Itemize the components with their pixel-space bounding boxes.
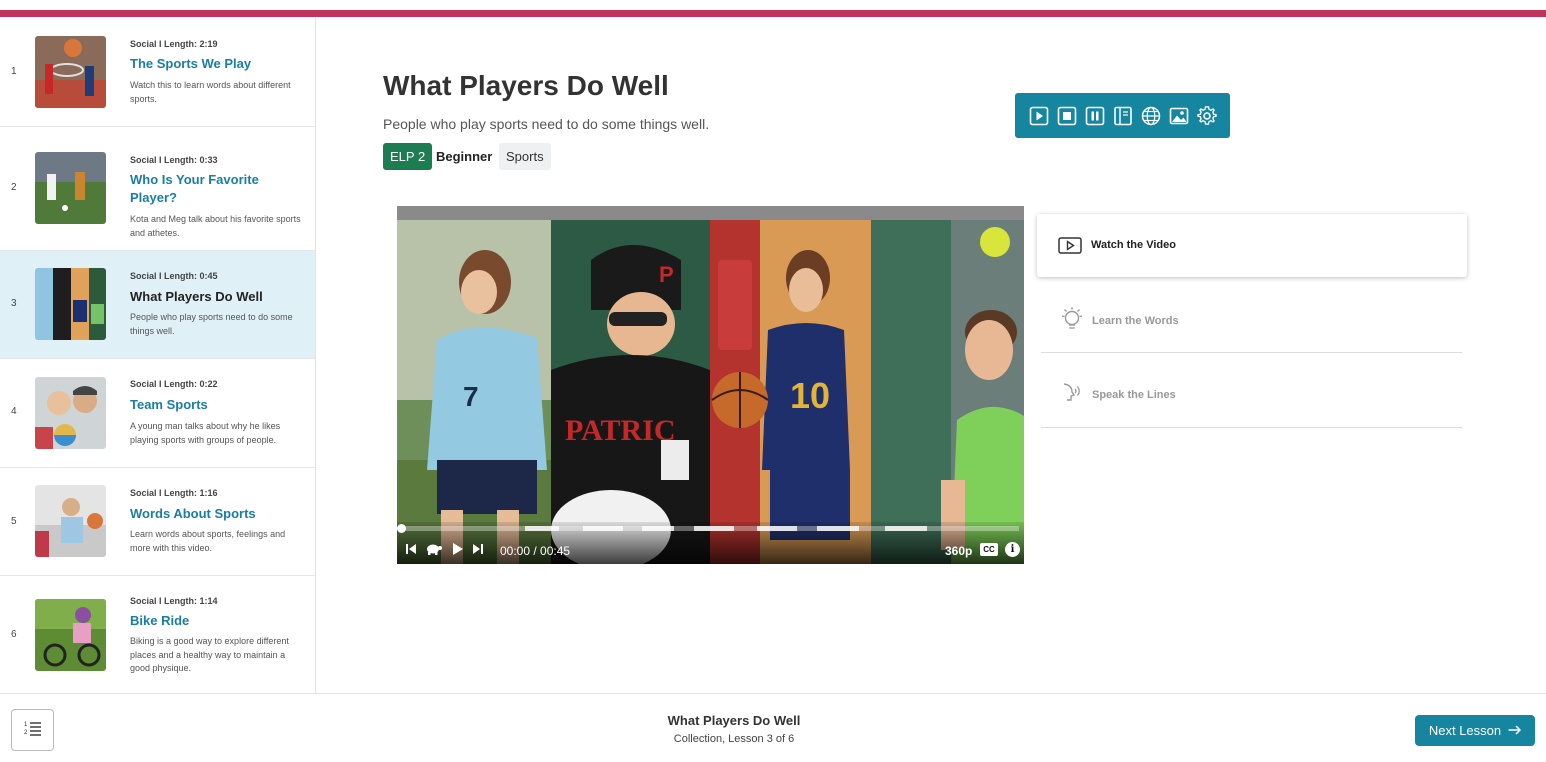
quality-selector[interactable]: 360p: [945, 544, 972, 558]
lesson-meta: Social I Length: 1:14: [130, 596, 218, 606]
lesson-title[interactable]: What Players Do Well: [130, 288, 305, 306]
lesson-title[interactable]: Who Is Your Favorite Player?: [130, 171, 305, 207]
lesson-thumbnail: [35, 485, 106, 557]
lesson-item-4[interactable]: 4 Social I Length: 0:22 Team Sports A yo…: [0, 359, 315, 468]
lesson-number: 3: [11, 298, 17, 309]
play-icon[interactable]: [452, 542, 464, 561]
step-label: Watch the Video: [1091, 239, 1176, 251]
read-aloud-toolbar: [1015, 93, 1230, 138]
lesson-item-3[interactable]: 3 Social I Length: 0:45 What Players Do …: [0, 251, 315, 359]
lesson-desc: Learn words about sports, feelings and m…: [130, 529, 286, 553]
lesson-number: 2: [11, 182, 17, 193]
lesson-number: 4: [11, 406, 17, 417]
lesson-meta: Social I Length: 2:19: [130, 39, 218, 49]
step-label: Speak the Lines: [1092, 389, 1176, 401]
chapter-marker: [525, 526, 559, 531]
chapter-marker: [885, 526, 927, 531]
arrow-right-icon: [1508, 723, 1522, 738]
lesson-thumbnail: [35, 599, 106, 671]
lesson-meta: Social I Length: 0:45: [130, 271, 218, 281]
lesson-desc: People who play sports need to do some t…: [130, 312, 293, 336]
chapter-marker: [694, 526, 734, 531]
accent-stripe: [0, 10, 1546, 17]
lesson-number: 5: [11, 516, 17, 527]
lesson-desc: Watch this to learn words about differen…: [130, 80, 291, 104]
footer-bar: 12 What Players Do Well Collection, Less…: [0, 693, 1546, 762]
chapter-marker: [757, 526, 797, 531]
page-subtitle: People who play sports need to do some t…: [383, 116, 710, 132]
lesson-desc: Kota and Meg talk about his favorite spo…: [130, 214, 301, 238]
footer-lesson-position: Collection, Lesson 3 of 6: [673, 733, 795, 745]
svg-text:P: P: [659, 262, 674, 287]
lesson-item-6[interactable]: 6 Social I Length: 1:14 Bike Ride Biking…: [0, 576, 315, 693]
lesson-thumbnail: [35, 36, 106, 108]
info-icon[interactable]: i: [1005, 542, 1020, 557]
stop-icon[interactable]: [1057, 106, 1077, 126]
video-panel-soccer: 7: [397, 220, 551, 564]
video-time: 00:00 / 00:45: [500, 544, 571, 558]
lesson-item-1[interactable]: 1 Social I Length: 2:19 The Sports We Pl…: [0, 17, 315, 127]
footer-lesson-title: What Players Do Well: [667, 713, 801, 728]
play-icon[interactable]: [1029, 106, 1049, 126]
page-title: What Players Do Well: [383, 70, 669, 101]
lesson-thumbnail: [35, 152, 106, 224]
speak-icon: [1060, 381, 1084, 410]
lesson-thumbnail: [35, 268, 106, 340]
step-learn-words[interactable]: Learn the Words: [1041, 278, 1462, 353]
next-lesson-label: Next Lesson: [1428, 723, 1502, 738]
previous-icon[interactable]: [405, 542, 417, 561]
lesson-sidebar: 1 Social I Length: 2:19 The Sports We Pl…: [0, 17, 316, 693]
video-letterbox: [397, 206, 1024, 220]
lesson-meta: Social I Length: 1:16: [130, 488, 218, 498]
lesson-title[interactable]: Words About Sports: [130, 505, 305, 523]
lesson-title[interactable]: Team Sports: [130, 396, 305, 414]
chapter-marker: [583, 526, 623, 531]
lesson-meta: Social I Length: 0:33: [130, 155, 218, 165]
next-icon[interactable]: [472, 542, 484, 561]
video-panel-basketball: 10: [710, 220, 871, 564]
video-panel-baseball: P PATRIC: [551, 220, 710, 564]
topic-tag: Sports: [499, 143, 551, 170]
chapter-marker: [642, 526, 674, 531]
step-watch-video[interactable]: Watch the Video: [1037, 214, 1467, 277]
lesson-title[interactable]: Bike Ride: [130, 612, 305, 630]
lesson-number: 6: [11, 629, 17, 640]
chapter-marker: [817, 526, 859, 531]
lesson-desc: A young man talks about why he likes pla…: [130, 421, 281, 445]
video-panel-tennis: [871, 220, 1024, 564]
next-lesson-button[interactable]: Next Lesson: [1415, 715, 1535, 746]
gear-icon[interactable]: [1197, 105, 1217, 126]
lesson-desc: Biking is a good way to explore differen…: [130, 636, 289, 673]
image-icon[interactable]: [1169, 106, 1189, 126]
step-speak-lines[interactable]: Speak the Lines: [1041, 353, 1462, 428]
lesson-title[interactable]: The Sports We Play: [130, 55, 305, 73]
lesson-item-2[interactable]: 2 Social I Length: 0:33 Who Is Your Favo…: [0, 127, 315, 251]
reading-icon[interactable]: [1113, 106, 1133, 126]
step-label: Learn the Words: [1092, 315, 1179, 327]
lesson-number: 1: [11, 66, 17, 77]
video-jersey-number-7: 7: [463, 381, 479, 412]
captions-icon[interactable]: CC: [980, 543, 998, 556]
video-jersey-number-10: 10: [790, 375, 830, 416]
elp-tag: ELP 2: [383, 143, 433, 170]
speed-turtle-icon[interactable]: [426, 542, 442, 561]
video-icon: [1058, 237, 1082, 259]
svg-text:PATRIC: PATRIC: [565, 414, 676, 447]
video-player[interactable]: 7 P PATRIC 10 00:00 / 00:45 360p CC i: [397, 206, 1024, 564]
lesson-thumbnail: [35, 377, 106, 449]
lightbulb-icon: [1060, 306, 1084, 339]
progress-knob[interactable]: [397, 524, 406, 533]
lesson-meta: Social I Length: 0:22: [130, 379, 218, 389]
top-bar: [0, 0, 1546, 10]
pause-icon[interactable]: [1085, 106, 1105, 126]
globe-icon[interactable]: [1141, 106, 1161, 126]
level-tag: Beginner: [436, 149, 493, 164]
lesson-item-5[interactable]: 5 Social I Length: 1:16 Words About Spor…: [0, 468, 315, 576]
